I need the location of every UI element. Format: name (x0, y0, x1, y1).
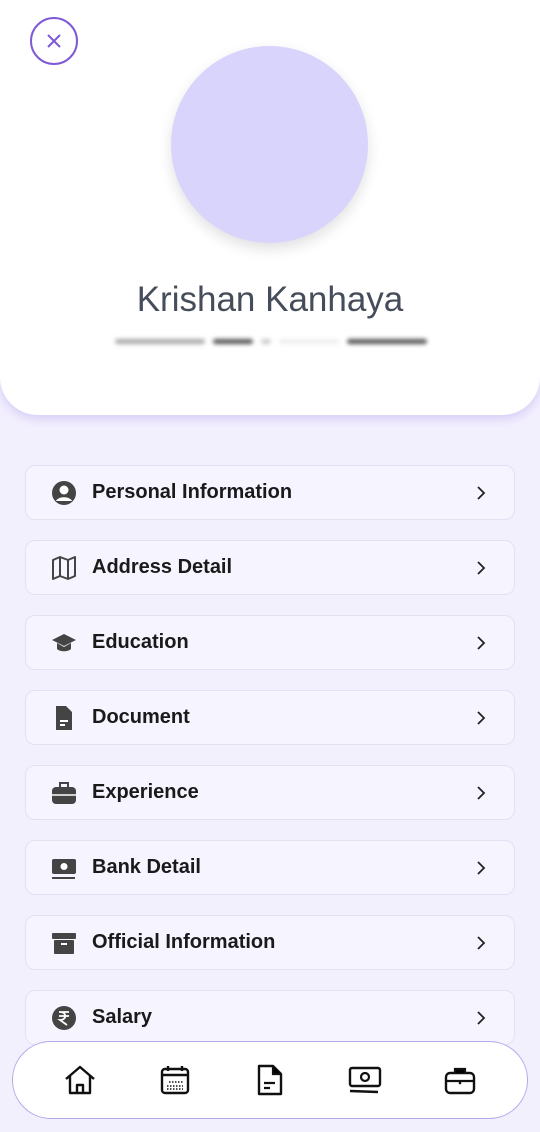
briefcase-icon (50, 779, 78, 807)
chevron-right-icon (477, 1010, 486, 1025)
menu-item-label: Experience (92, 781, 199, 803)
calendar-icon (160, 1066, 190, 1095)
avatar[interactable] (171, 46, 368, 243)
profile-email-redacted (115, 334, 430, 348)
chevron-right-icon (477, 935, 486, 950)
menu-item-label: Address Detail (92, 556, 233, 578)
menu-item-salary[interactable]: Salary (25, 990, 515, 1045)
bottom-nav (12, 1041, 528, 1119)
map-icon (50, 554, 78, 582)
money-icon (50, 854, 78, 882)
profile-header: Krishan Kanhaya (0, 0, 540, 415)
menu-item-official-information[interactable]: Official Information (25, 915, 515, 970)
chevron-right-icon (477, 635, 486, 650)
archive-icon (50, 929, 78, 957)
menu-item-label: Education (92, 631, 189, 653)
user-circle-icon (50, 479, 78, 507)
menu-item-label: Official Information (92, 931, 276, 953)
chevron-right-icon (477, 485, 486, 500)
chevron-right-icon (477, 785, 486, 800)
menu-item-label: Personal Information (92, 481, 293, 503)
money-icon (348, 1066, 381, 1094)
close-icon (47, 34, 61, 48)
menu-item-label: Document (92, 706, 190, 728)
nav-documents[interactable] (252, 1062, 288, 1098)
profile-name: Krishan Kanhaya (136, 280, 404, 319)
nav-payroll[interactable] (347, 1062, 383, 1098)
menu-item-bank-detail[interactable]: Bank Detail (25, 840, 515, 895)
document-icon (257, 1064, 283, 1096)
menu-item-label: Salary (92, 1006, 153, 1028)
rupee-icon (50, 1004, 78, 1032)
menu-item-education[interactable]: Education (25, 615, 515, 670)
menu-item-personal-information[interactable]: Personal Information (25, 465, 515, 520)
close-button[interactable] (30, 17, 78, 65)
chevron-right-icon (477, 710, 486, 725)
home-icon (65, 1065, 96, 1095)
menu-item-experience[interactable]: Experience (25, 765, 515, 820)
menu-item-document[interactable]: Document (25, 690, 515, 745)
briefcase-icon (444, 1067, 475, 1095)
file-icon (50, 704, 78, 732)
nav-home[interactable] (62, 1062, 98, 1098)
menu-item-label: Bank Detail (92, 856, 201, 878)
graduation-cap-icon (50, 629, 78, 657)
menu-item-address-detail[interactable]: Address Detail (25, 540, 515, 595)
nav-calendar[interactable] (157, 1062, 193, 1098)
chevron-right-icon (477, 560, 486, 575)
nav-work[interactable] (442, 1062, 478, 1098)
chevron-right-icon (477, 860, 486, 875)
